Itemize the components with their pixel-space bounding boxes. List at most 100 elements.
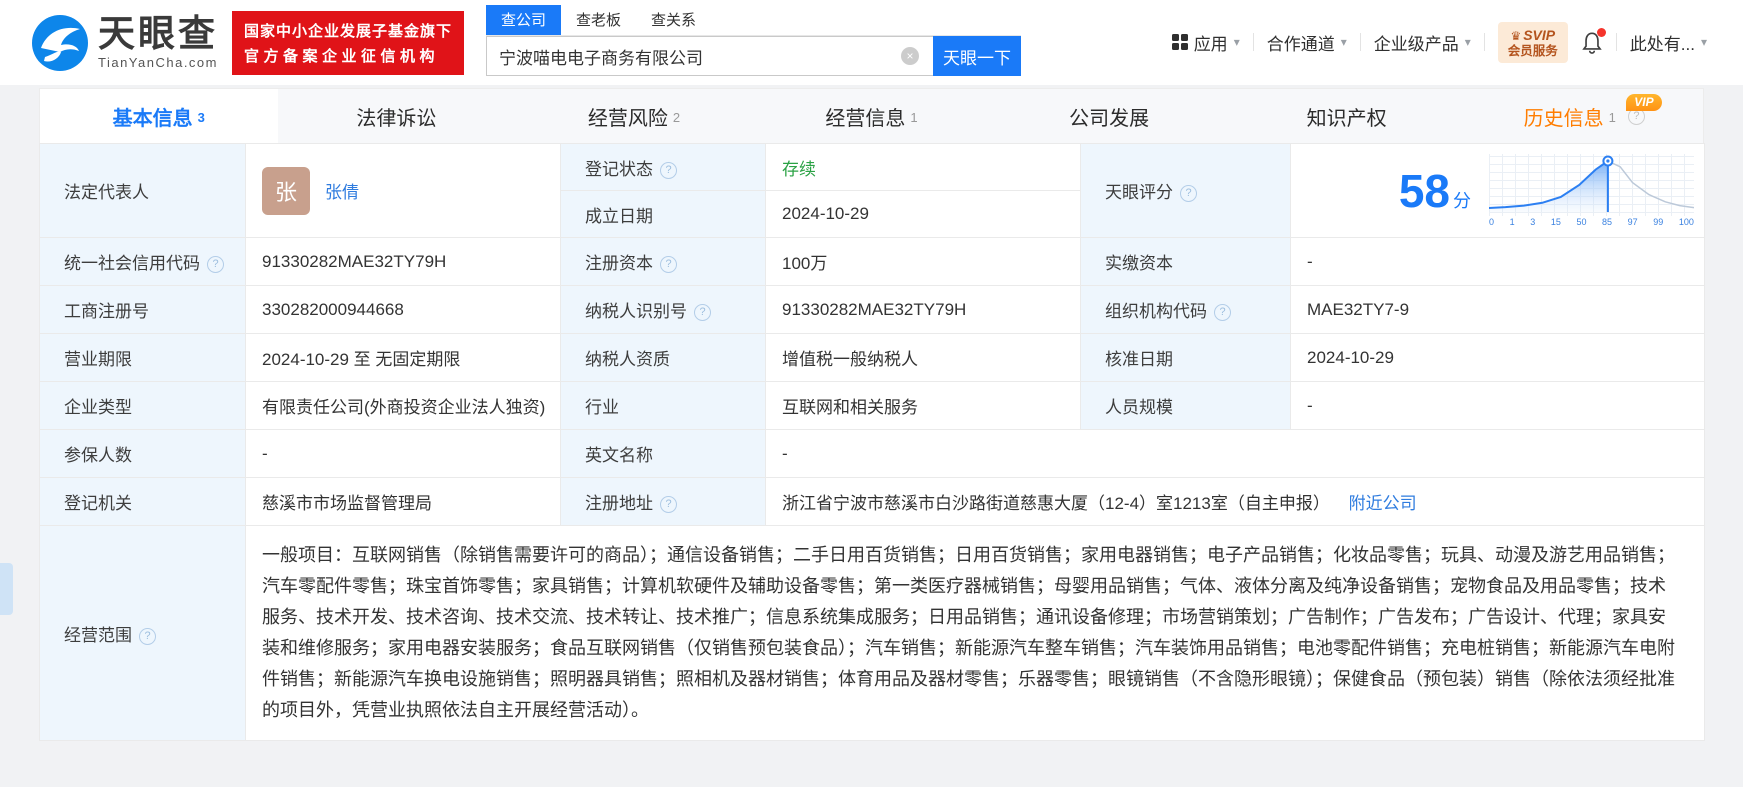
nav-enterprise-label: 企业级产品 — [1373, 34, 1459, 54]
staff-size-label-cell: 人员规模 — [1080, 381, 1291, 430]
establish-date-value-cell: 2024-10-29 — [765, 190, 1081, 238]
tab-intellectual-property[interactable]: 知识产权 — [1228, 89, 1466, 143]
tab-basic-info[interactable]: 基本信息 3 — [40, 89, 278, 143]
nearby-companies-link[interactable]: 附近公司 — [1349, 494, 1417, 513]
tab-count: 2 — [672, 110, 681, 125]
taxpayer-id-value-cell: 91330282MAE32TY79H — [765, 285, 1081, 334]
english-name-label-cell: 英文名称 — [560, 429, 766, 478]
svip-label: SVIP — [1523, 26, 1556, 43]
search-tab-company[interactable]: 查公司 — [486, 5, 562, 35]
nav-more[interactable]: 此处有... ▾ — [1630, 30, 1707, 55]
search-input[interactable] — [486, 36, 934, 76]
credit-code-value-cell: 91330282MAE32TY79H — [245, 237, 561, 286]
reg-status-value-cell: 存续 — [765, 143, 1081, 191]
tab-label: 经营风险 — [587, 107, 668, 130]
tianyancha-logo-icon — [32, 14, 88, 71]
company-info-table: 法定代表人 张 张倩 登记状态? 存续 天眼评分? 58 分 0 1 3 15 50 85 9… — [39, 143, 1705, 741]
tab-label: 历史信息 — [1523, 107, 1604, 130]
tab-label: 公司发展 — [1069, 107, 1150, 130]
nav-divider — [1252, 33, 1254, 52]
legal-rep-link[interactable]: 张倩 — [325, 178, 359, 203]
score-label-cell: 天眼评分? — [1080, 143, 1291, 238]
business-scope-text: 一般项目：互联网销售（除销售需要许可的商品）；通信设备销售；二手日用百货销售；日… — [262, 545, 1675, 720]
business-term-value-cell: 2024-10-29 至 无固定期限 — [245, 333, 561, 382]
svip-member-badge[interactable]: ♛ SVIP 会员服务 — [1497, 21, 1568, 64]
tab-count: 1 — [910, 110, 918, 125]
tab-legal-proceedings[interactable]: 法律诉讼 — [278, 89, 516, 143]
credential-badge-line1: 国家中小企业发展子基金旗下 — [244, 22, 453, 40]
nav-divider — [1359, 33, 1361, 52]
tab-company-development[interactable]: 公司发展 — [990, 89, 1228, 143]
tab-business-info[interactable]: 经营信息 1 — [753, 89, 991, 143]
reg-address-value-cell: 浙江省宁波市慈溪市白沙路街道慈惠大厦（12-4）室1213室（自主申报） 附近公… — [765, 477, 1705, 526]
industry-value-cell: 互联网和相关服务 — [765, 381, 1081, 430]
tab-count: 1 — [1608, 110, 1616, 125]
notification-bell-icon[interactable] — [1581, 27, 1606, 55]
help-icon[interactable]: ? — [1180, 185, 1197, 202]
company-detail-content: 基本信息 3 法律诉讼 经营风险 2 经营信息 1 公司发展 知识产权 VIP … — [39, 88, 1705, 741]
header-nav: 应用 ▾ 合作通道 ▾ 企业级产品 ▾ ♛ SVIP 会员服务 此处有... ▾ — [1171, 21, 1707, 64]
chevron-down-icon: ▾ — [1700, 35, 1707, 50]
notification-dot — [1596, 27, 1606, 37]
industry-label-cell: 行业 — [560, 381, 766, 430]
taxpayer-quality-label-cell: 纳税人资质 — [560, 333, 766, 382]
site-header: 天眼查 TianYanCha.com 国家中小企业发展子基金旗下 官方备案企业征… — [0, 0, 1743, 85]
chevron-down-icon: ▾ — [1340, 35, 1347, 50]
credit-code-label-cell: 统一社会信用代码? — [39, 237, 246, 286]
help-icon[interactable]: ? — [1214, 304, 1231, 321]
reg-authority-label-cell: 登记机关 — [39, 477, 246, 526]
tab-label: 法律诉讼 — [356, 107, 437, 130]
paid-capital-label-cell: 实缴资本 — [1080, 237, 1291, 286]
help-icon[interactable]: ? — [139, 627, 156, 645]
clear-icon[interactable]: × — [901, 47, 920, 65]
taxpayer-quality-value-cell: 增值税一般纳税人 — [765, 333, 1081, 382]
business-term-label-cell: 营业期限 — [39, 333, 246, 382]
help-icon[interactable]: ? — [660, 256, 677, 273]
svip-service-label: 会员服务 — [1507, 43, 1558, 58]
logo[interactable]: 天眼查 TianYanCha.com — [32, 13, 218, 71]
score-value-cell: 58 分 0 1 3 15 50 85 97 99 100 — [1290, 143, 1705, 238]
approval-date-value-cell: 2024-10-29 — [1290, 333, 1705, 382]
reg-number-value-cell: 330282000944668 — [245, 285, 561, 334]
nav-cooperation-label: 合作通道 — [1266, 34, 1335, 54]
search-tab-boss[interactable]: 查老板 — [561, 5, 636, 35]
search-button[interactable]: 天眼一下 — [933, 36, 1022, 76]
search-tab-relation[interactable]: 查关系 — [636, 5, 711, 35]
floating-widget[interactable] — [0, 563, 13, 615]
insured-label-cell: 参保人数 — [39, 429, 246, 478]
business-scope-value-cell: 一般项目：互联网销售（除销售需要许可的商品）；通信设备销售；二手日用百货销售；日… — [245, 525, 1705, 741]
reg-capital-value-cell: 100万 — [765, 237, 1081, 286]
help-icon[interactable]: ? — [660, 161, 677, 179]
reg-status-label-cell: 登记状态? — [560, 143, 766, 191]
tab-count: 3 — [197, 110, 205, 125]
paid-capital-value-cell: - — [1290, 237, 1705, 286]
section-tabs: 基本信息 3 法律诉讼 经营风险 2 经营信息 1 公司发展 知识产权 VIP … — [39, 88, 1704, 143]
avatar[interactable]: 张 — [262, 166, 310, 215]
reg-capital-label-cell: 注册资本? — [560, 237, 766, 286]
credential-badge: 国家中小企业发展子基金旗下 官方备案企业征信机构 — [232, 10, 465, 75]
approval-date-label-cell: 核准日期 — [1080, 333, 1291, 382]
nav-apps-label: 应用 — [1193, 34, 1228, 54]
tab-business-risk[interactable]: 经营风险 2 — [515, 89, 753, 143]
company-type-label-cell: 企业类型 — [39, 381, 246, 430]
chevron-down-icon: ▾ — [1233, 35, 1240, 50]
tab-label: 基本信息 — [112, 107, 193, 130]
tab-history-info[interactable]: VIP 历史信息 1 ? — [1465, 89, 1703, 143]
nav-divider — [1483, 33, 1485, 52]
business-scope-label-cell: 经营范围? — [39, 525, 246, 741]
search-tabs: 查公司 查老板 查关系 — [486, 5, 1022, 36]
nav-enterprise-products[interactable]: 企业级产品 ▾ — [1374, 30, 1471, 55]
help-icon[interactable]: ? — [207, 256, 224, 273]
staff-size-value-cell: - — [1290, 381, 1705, 430]
brand-name: 天眼查 — [98, 13, 218, 54]
reg-address-text: 浙江省宁波市慈溪市白沙路街道慈惠大厦（12-4）室1213室（自主申报） — [782, 494, 1330, 513]
credential-badge-line2: 官方备案企业征信机构 — [244, 47, 440, 65]
reg-authority-value-cell: 慈溪市市场监督管理局 — [245, 477, 561, 526]
nav-apps[interactable]: 应用 ▾ — [1171, 30, 1240, 55]
help-icon[interactable]: ? — [660, 496, 677, 513]
score-unit: 分 — [1453, 190, 1471, 211]
score-chart[interactable]: 0 1 3 15 50 85 97 99 100 — [1489, 154, 1694, 227]
crown-icon: ♛ — [1510, 28, 1522, 43]
help-icon[interactable]: ? — [694, 304, 711, 321]
nav-cooperation[interactable]: 合作通道 ▾ — [1267, 30, 1347, 55]
